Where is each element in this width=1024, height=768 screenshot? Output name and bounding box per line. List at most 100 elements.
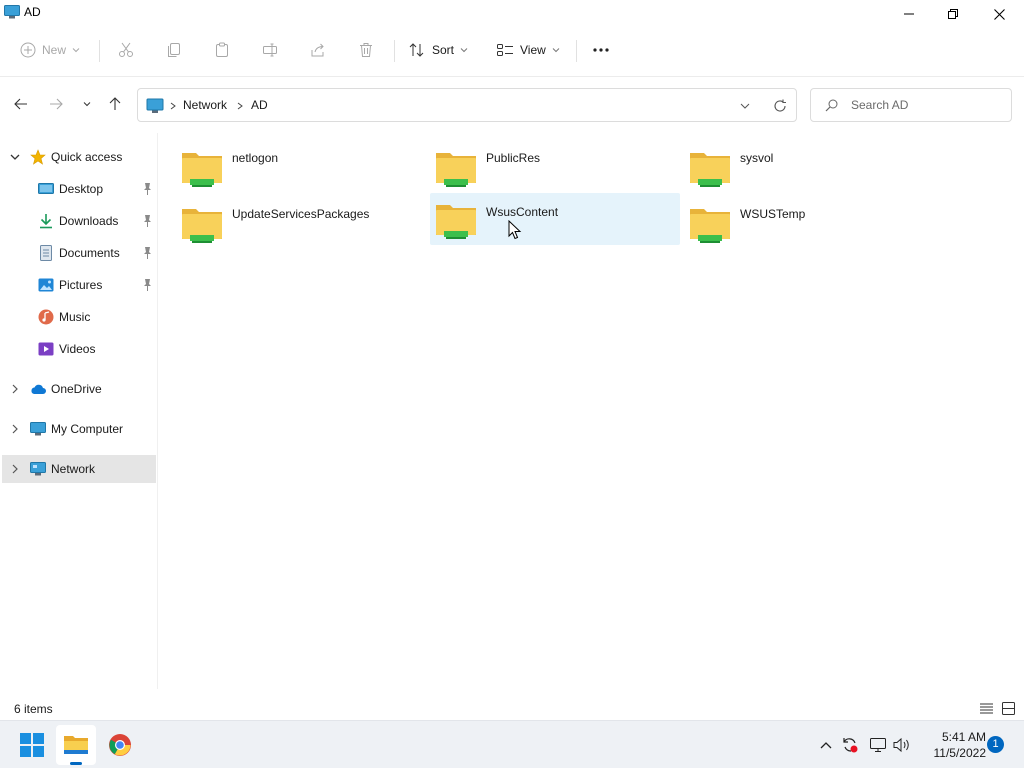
folder-item[interactable]: UpdateServicesPackages: [176, 197, 426, 249]
navigation-pane: Quick access Desktop Downloads Documents…: [0, 133, 158, 689]
plus-icon: [20, 42, 36, 58]
pin-icon[interactable]: [141, 214, 153, 228]
details-view-icon: [979, 703, 993, 713]
monitor-icon: [146, 98, 164, 113]
folder-name: WSUSTemp: [740, 207, 806, 221]
refresh-icon: [774, 99, 786, 112]
network-folder-icon: [690, 209, 730, 243]
search-input[interactable]: Search AD: [851, 98, 908, 112]
pictures-folder-icon: [38, 278, 54, 292]
sidebar-item-label: Videos: [59, 342, 96, 356]
close-icon: [993, 8, 1005, 20]
start-button[interactable]: [12, 725, 52, 765]
more-options-button[interactable]: [592, 36, 610, 64]
chrome-icon: [109, 734, 131, 756]
back-button[interactable]: [10, 93, 32, 115]
chevron-right-icon[interactable]: [8, 382, 22, 396]
tiles-view-button[interactable]: [1000, 700, 1016, 716]
pin-icon[interactable]: [141, 182, 153, 196]
pin-icon[interactable]: [141, 246, 153, 260]
chevron-right-icon: [170, 102, 176, 110]
tray-sync[interactable]: [840, 735, 860, 755]
active-indicator: [70, 762, 82, 765]
delete-button[interactable]: [358, 36, 374, 64]
folder-item[interactable]: WSUSTemp: [684, 197, 934, 249]
chevron-down-icon: [83, 102, 91, 107]
show-hidden-icons-button[interactable]: [816, 735, 836, 755]
computer-icon: [30, 422, 46, 436]
separator: [99, 40, 100, 62]
clock[interactable]: 5:41 AM 11/5/2022: [916, 729, 987, 761]
sidebar-item-network[interactable]: Network: [2, 455, 156, 483]
status-bar: 6 items: [0, 697, 1024, 719]
network-folder-icon: [182, 209, 222, 243]
separator: [576, 40, 577, 62]
sidebar-item-my-computer[interactable]: My Computer: [2, 415, 156, 443]
separator: [394, 40, 395, 62]
up-button[interactable]: [104, 93, 126, 115]
sort-button[interactable]: Sort: [408, 36, 468, 64]
restore-button[interactable]: [930, 0, 976, 28]
sidebar-item-videos[interactable]: Videos: [2, 335, 156, 363]
address-history-button[interactable]: [738, 99, 752, 113]
chevron-right-icon[interactable]: [8, 422, 22, 436]
sidebar-item-downloads[interactable]: Downloads: [2, 207, 156, 235]
search-box[interactable]: Search AD: [810, 88, 1012, 122]
cut-button[interactable]: [118, 36, 134, 64]
sidebar-item-pictures[interactable]: Pictures: [2, 271, 156, 299]
folder-name: netlogon: [232, 151, 279, 165]
folder-name: sysvol: [740, 151, 774, 165]
folder-item[interactable]: WsusContent: [430, 193, 680, 245]
music-folder-icon: [38, 309, 54, 325]
view-button[interactable]: View: [496, 36, 560, 64]
rename-icon: [263, 43, 277, 57]
new-button[interactable]: New: [20, 36, 80, 64]
close-button[interactable]: [976, 0, 1022, 28]
new-label: New: [42, 43, 67, 57]
title-bar: AD: [0, 0, 1024, 28]
sidebar-item-desktop[interactable]: Desktop: [2, 175, 156, 203]
taskbar-file-explorer[interactable]: [56, 725, 96, 765]
paste-button[interactable]: [214, 36, 230, 64]
chevron-right-icon[interactable]: [8, 462, 22, 476]
taskbar-chrome[interactable]: [100, 725, 140, 765]
notification-badge[interactable]: 1: [987, 736, 1004, 753]
sidebar-item-label: Downloads: [59, 214, 119, 228]
sidebar-item-label: Desktop: [59, 182, 104, 196]
recent-locations-button[interactable]: [76, 93, 98, 115]
delete-icon: [360, 43, 372, 57]
minimize-button[interactable]: [886, 0, 932, 28]
folder-item[interactable]: sysvol: [684, 141, 934, 193]
sidebar-item-label: Music: [59, 310, 91, 324]
sync-icon: [843, 738, 858, 753]
sidebar-item-onedrive[interactable]: OneDrive: [2, 375, 156, 403]
share-button[interactable]: [310, 36, 326, 64]
breadcrumb-network[interactable]: Network: [183, 98, 227, 112]
rename-button[interactable]: [262, 36, 278, 64]
tray-volume[interactable]: [892, 735, 912, 755]
start-icon: [20, 733, 44, 757]
address-bar[interactable]: Network AD: [137, 88, 797, 122]
copy-button[interactable]: [166, 36, 182, 64]
chevron-right-icon: [237, 102, 243, 110]
sidebar-item-music[interactable]: Music: [2, 303, 156, 331]
pin-icon[interactable]: [141, 278, 153, 292]
arrow-up-icon: [109, 97, 121, 110]
window-title: AD: [24, 5, 41, 19]
clock-time: 5:41 AM: [941, 730, 986, 744]
copy-icon: [168, 43, 180, 57]
desktop-folder-icon: [38, 183, 54, 194]
sidebar-item-quick-access[interactable]: Quick access: [2, 143, 156, 171]
forward-button[interactable]: [45, 93, 67, 115]
address-row: Network AD Search AD: [0, 76, 1024, 132]
refresh-button[interactable]: [771, 97, 789, 115]
search-icon: [825, 99, 838, 112]
breadcrumb-ad[interactable]: AD: [251, 98, 268, 112]
network-icon: [30, 462, 46, 476]
details-view-button[interactable]: [978, 700, 994, 716]
chevron-down-icon[interactable]: [8, 150, 22, 164]
folder-item[interactable]: PublicRes: [430, 141, 680, 193]
folder-item[interactable]: netlogon: [176, 141, 426, 193]
sidebar-item-documents[interactable]: Documents: [2, 239, 156, 267]
tray-network[interactable]: [868, 735, 888, 755]
